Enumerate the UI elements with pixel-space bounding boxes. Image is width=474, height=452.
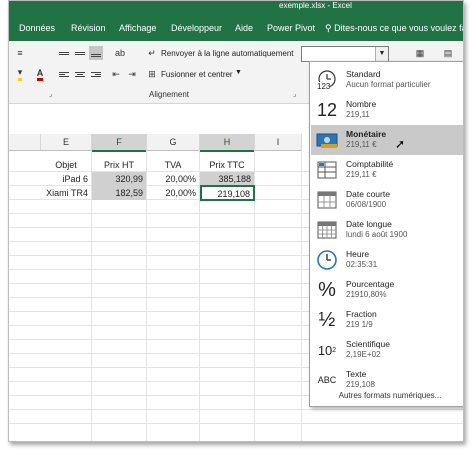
format-option-fraction[interactable]: ½ Fraction 219 1/9	[311, 305, 463, 335]
tab-affichage[interactable]: Affichage	[119, 23, 156, 33]
fraction-icon: ½	[318, 308, 336, 331]
tab-power-pivot[interactable]: Power Pivot	[267, 23, 315, 33]
table-cell[interactable]: 385,188	[200, 172, 254, 186]
chevron-down-icon[interactable]: ▼	[375, 47, 388, 61]
window-title: exemple.xlsx - Excel	[279, 1, 352, 10]
cell-header-objet[interactable]: Objet	[41, 158, 91, 172]
format-option-standard[interactable]: 123 Standard Aucun format particulier	[311, 65, 463, 95]
column-header-f[interactable]: F	[92, 134, 147, 152]
font-color-icon[interactable]: A	[33, 67, 47, 81]
abc-text-icon: ABC	[317, 375, 337, 385]
increase-indent-icon[interactable]: ⇥	[125, 67, 139, 81]
align-middle-icon[interactable]	[73, 46, 87, 60]
lightbulb-icon: ⚲	[325, 23, 332, 33]
align-bottom-icon[interactable]	[89, 46, 103, 60]
merge-center-button[interactable]: Fusionner et centrer	[161, 70, 233, 79]
number-12-icon: 12	[316, 99, 338, 120]
tell-me-search[interactable]: ⚲ Dites-nous ce que vous voulez faire	[325, 23, 464, 34]
fill-color-icon[interactable]: ▾	[13, 67, 27, 81]
gridline	[301, 150, 302, 441]
percent-icon: %	[318, 278, 336, 301]
decrease-indent-icon[interactable]: ⇤	[109, 67, 123, 81]
tab-donnees[interactable]: Données	[19, 23, 55, 33]
merge-center-icon[interactable]: ⊞	[145, 67, 159, 81]
column-header-g[interactable]: G	[147, 134, 200, 151]
active-cell[interactable]: 219,108	[200, 185, 255, 201]
excel-window: exemple.xlsx - Excel Données Révision Af…	[8, 0, 464, 442]
number-format-dropdown: 123 Standard Aucun format particulier 12…	[309, 61, 463, 407]
format-option-nombre[interactable]: 12 Nombre 219,11	[311, 95, 463, 125]
format-option-scientifique[interactable]: 10 2 Scientifique 2,19E+02	[311, 335, 463, 365]
align-top-icon[interactable]	[57, 46, 71, 60]
orientation-icon[interactable]: ≡	[13, 46, 27, 60]
more-number-formats-link[interactable]: Autres formats numériques...	[310, 391, 463, 400]
format-option-pourcentage[interactable]: % Pourcentage 21910,80%	[311, 275, 463, 305]
gridline	[9, 423, 463, 424]
tell-me-text: Dites-nous ce que vous voulez faire	[334, 23, 464, 33]
merge-dropdown-chevron-icon[interactable]: ▼	[235, 69, 242, 76]
wrap-text-button[interactable]: Renvoyer à la ligne automatiquement	[161, 49, 294, 58]
font-dialog-launcher-icon[interactable]: ⌟	[49, 90, 52, 98]
tab-developpeur[interactable]: Développeur	[171, 23, 222, 33]
format-option-heure[interactable]: Heure 02:35:31	[311, 245, 463, 275]
cell-header-prix-ttc[interactable]: Prix TTC	[200, 158, 254, 172]
calendar-icon	[315, 188, 339, 212]
wrap-text-icon[interactable]: ↵	[145, 46, 159, 60]
gridline	[9, 409, 463, 410]
calendar-icon	[315, 218, 339, 242]
tab-revision[interactable]: Révision	[71, 23, 106, 33]
table-cell[interactable]: 20,00%	[147, 186, 199, 200]
format-option-date-courte[interactable]: Date courte 06/08/1900	[311, 185, 463, 215]
general-123-icon: 123	[315, 68, 339, 92]
align-left-icon[interactable]	[57, 67, 71, 81]
table-cell[interactable]: 20,00%	[147, 172, 199, 186]
format-option-date-longue[interactable]: Date longue lundi 6 août 1900	[311, 215, 463, 245]
accounting-icon	[315, 158, 339, 182]
ribbon-tabs: Données Révision Affichage Développeur A…	[9, 13, 463, 41]
table-cell[interactable]: 320,99	[92, 172, 146, 186]
table-cell[interactable]: iPad 6	[41, 172, 91, 186]
column-header-i[interactable]: I	[255, 134, 302, 151]
align-center-icon[interactable]	[73, 67, 87, 81]
scientific-icon: 10 2	[317, 342, 337, 358]
alignment-group-label: Alignement	[149, 90, 190, 99]
tab-aide[interactable]: Aide	[235, 23, 253, 33]
cell-header-prix-ht[interactable]: Prix HT	[92, 158, 146, 172]
cell-header-tva[interactable]: TVA	[147, 158, 199, 172]
number-format-combo[interactable]: ▼	[301, 46, 389, 62]
align-right-icon[interactable]	[89, 67, 103, 81]
currency-icon	[315, 128, 339, 152]
mouse-cursor-icon: ➚	[395, 137, 406, 151]
orientation-angle-icon[interactable]: ab	[113, 46, 127, 60]
format-option-comptabilite[interactable]: Comptabilité 219,11 €	[311, 155, 463, 185]
select-all-corner[interactable]	[9, 134, 41, 151]
format-option-monetaire[interactable]: Monétaire 219,11 € ➚	[311, 125, 463, 155]
cell-styles-icon[interactable]: ▤	[441, 46, 455, 60]
table-cell[interactable]: Xiami TR4	[41, 186, 91, 200]
column-header-e[interactable]: E	[41, 134, 92, 151]
alignment-dialog-launcher-icon[interactable]: ⌟	[293, 90, 296, 98]
column-header-h[interactable]: H	[200, 134, 255, 152]
clock-icon	[315, 248, 339, 272]
title-bar: exemple.xlsx - Excel	[9, 1, 463, 13]
table-cell[interactable]: 182,59	[92, 186, 146, 200]
conditional-format-icon[interactable]: ▦	[413, 46, 427, 60]
